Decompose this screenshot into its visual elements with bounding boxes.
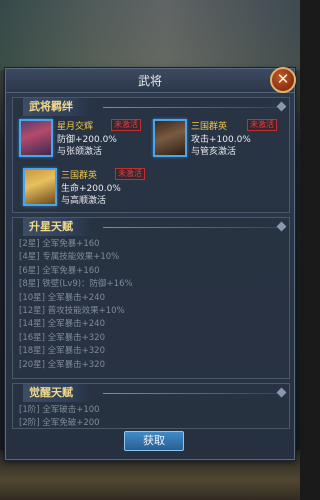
bond-status-badge: 未激活 <box>115 168 145 180</box>
bonds-section: 武将羁绊 星月交辉 未激活 防御+200.0% 与张颌激活 三国群英 未激活 攻… <box>12 97 290 213</box>
talent-row: [8星] 铁壁(Lv9)：防御+16% <box>19 279 133 290</box>
divider <box>103 107 281 108</box>
bonds-header: 武将羁绊 <box>23 98 91 116</box>
background-scenery-top <box>0 0 300 70</box>
bond-card[interactable]: 三国群英 未激活 攻击+100.0% 与管亥激活 <box>153 119 283 165</box>
talent-row: [1阶] 全军破击+100 <box>19 405 100 415</box>
section-header: 武将羁绊 <box>13 98 289 116</box>
divider <box>103 393 281 394</box>
bond-status-badge: 未激活 <box>247 119 277 131</box>
general-info-panel: 武将 ✕ 武将羁绊 星月交辉 未激活 防御+200.0% 与张颌激活 三国群英 … <box>5 67 296 460</box>
general-portrait-icon <box>19 119 53 157</box>
diamond-icon <box>276 387 287 398</box>
bond-condition: 与管亥激活 <box>191 147 237 157</box>
general-portrait-icon <box>153 119 187 157</box>
talent-row: [2阶] 全军免破+200 <box>19 418 100 429</box>
close-button[interactable]: ✕ <box>270 67 296 93</box>
upgrade-talents-section: 升星天赋 [2星] 全军免暴+160 [4星] 专属技能效果+10% [6星] … <box>12 217 290 379</box>
section-header: 升星天赋 <box>13 218 289 236</box>
bond-name: 三国群英 <box>61 171 98 181</box>
close-icon: ✕ <box>276 70 290 88</box>
bond-condition: 与张颌激活 <box>57 147 103 157</box>
talent-row: [14星] 全军暴击+240 <box>19 319 105 330</box>
bond-condition: 与高顺激活 <box>61 196 107 206</box>
diamond-icon <box>276 101 287 112</box>
bond-status-badge: 未激活 <box>111 119 141 131</box>
section-header: 觉醒天赋 <box>13 384 289 402</box>
bond-name: 三国群英 <box>191 122 228 132</box>
talent-row: [12星] 普攻技能效果+10% <box>19 305 125 316</box>
divider <box>103 227 281 228</box>
general-portrait-icon <box>23 168 57 206</box>
bond-card[interactable]: 星月交辉 未激活 防御+200.0% 与张颌激活 <box>19 119 149 165</box>
panel-title: 武将 <box>6 69 294 93</box>
bond-card[interactable]: 三国群英 未激活 生命+200.0% 与高顺激活 <box>23 168 153 214</box>
upgrade-talents-header: 升星天赋 <box>23 218 91 236</box>
talent-row: [20星] 全军暴击+320 <box>19 359 105 370</box>
talent-list: [2星] 全军免暴+160 [4星] 专属技能效果+10% [6星] 全军免暴+… <box>13 236 289 372</box>
get-button[interactable]: 获取 <box>124 431 184 451</box>
talent-row: [4星] 专属技能效果+10% <box>19 252 120 263</box>
diamond-icon <box>276 221 287 232</box>
bond-name: 星月交辉 <box>57 122 94 132</box>
talent-row: [2星] 全军免暴+160 <box>19 239 100 249</box>
talent-list: [1阶] 全军破击+100 [2阶] 全军免破+200 <box>13 402 289 431</box>
talent-row: [16星] 全军暴击+320 <box>19 332 105 343</box>
talent-row: [10星] 全军暴击+240 <box>19 292 105 303</box>
awaken-talents-section: 觉醒天赋 [1阶] 全军破击+100 [2阶] 全军免破+200 <box>12 383 290 429</box>
talent-row: [18星] 全军暴击+320 <box>19 346 105 357</box>
talent-row: [6星] 全军免暴+160 <box>19 265 100 276</box>
awaken-talents-header: 觉醒天赋 <box>23 384 91 402</box>
